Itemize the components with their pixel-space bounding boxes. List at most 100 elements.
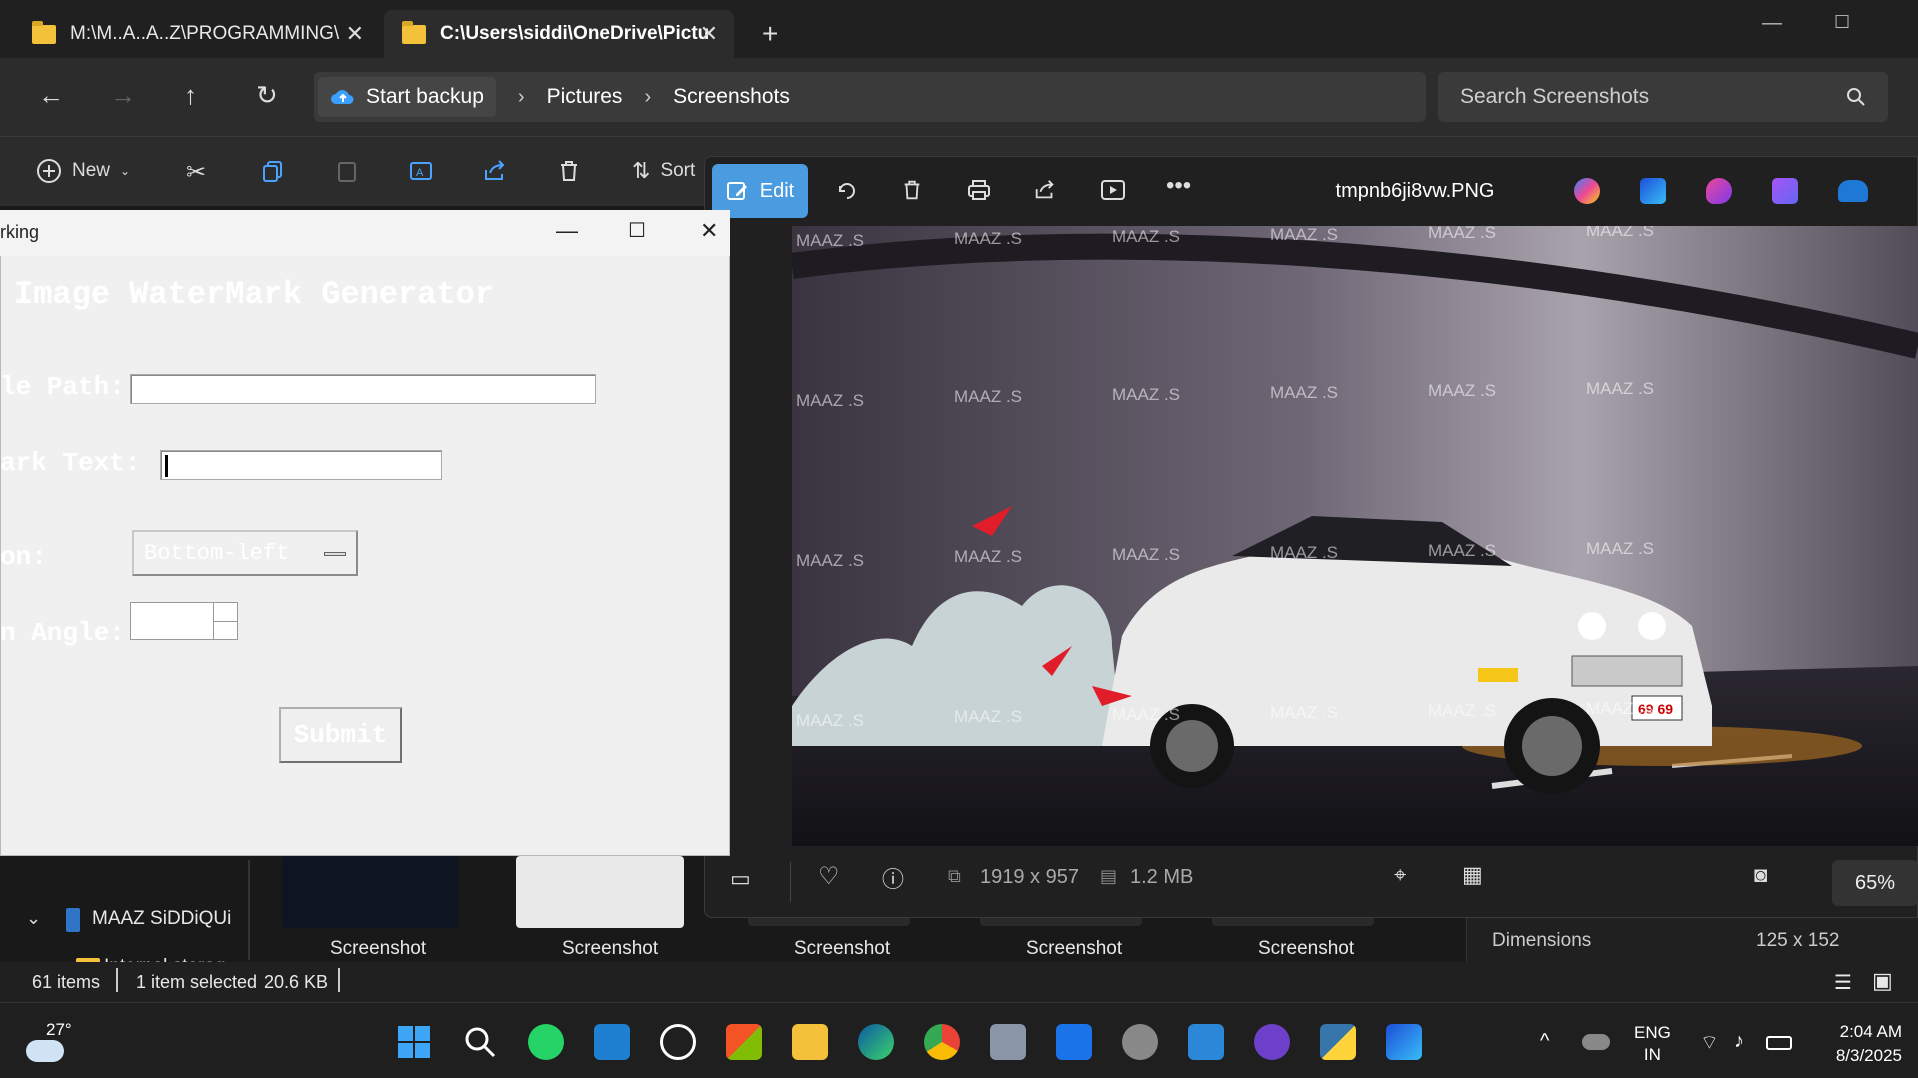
close-tab-icon[interactable]: ✕ [346,21,364,47]
thumbnail-label: Screenshot [1026,938,1123,959]
settings-icon[interactable] [1122,1024,1158,1060]
thumbnail[interactable] [282,856,458,928]
text-cursor [165,455,168,477]
thumbnail-label: Screenshot [330,938,427,959]
chatgpt-icon[interactable] [660,1024,696,1060]
sort-button[interactable]: ⇅ Sort [632,158,695,184]
python-icon[interactable] [1320,1024,1356,1060]
breadcrumb-pictures[interactable]: Pictures [547,85,623,109]
search-input[interactable]: Search Screenshots [1438,72,1888,122]
maximize-button[interactable]: ☐ [628,218,646,243]
paint-icon[interactable] [1386,1024,1422,1060]
close-tab-icon[interactable]: ✕ [700,21,718,47]
filmstrip-icon[interactable]: ▭ [730,866,751,892]
vscode-icon[interactable] [594,1024,630,1060]
submit-button[interactable]: Submit [279,707,402,763]
delete-button[interactable] [556,158,582,184]
address-bar[interactable]: Start backup › Pictures › Screenshots [314,72,1426,122]
rotate-button[interactable] [834,178,860,204]
tab-programming[interactable]: M:\M..A..A..Z\PROGRAMMING\ ✕ [14,10,380,58]
watermark-text-input[interactable] [160,450,442,480]
heart-icon[interactable]: ♡ [818,862,840,891]
copy-button[interactable] [260,158,286,184]
back-button[interactable]: ← [38,80,64,111]
rename-button[interactable]: A [408,158,434,184]
start-backup-button[interactable]: Start backup [318,77,496,117]
new-tab-button[interactable]: + [762,18,778,50]
wifi-icon[interactable]: ⌔ [1700,1030,1719,1055]
microsoft-store-icon[interactable] [726,1024,762,1060]
details-view-icon[interactable]: ☰ [1834,970,1852,995]
designer-icon[interactable] [1706,178,1732,204]
share-photo-button[interactable] [1032,178,1058,202]
scan-icon[interactable]: ⌖ [1394,862,1406,888]
file-explorer-icon[interactable] [792,1024,828,1060]
photos-icon[interactable] [1188,1024,1224,1060]
clock[interactable]: 2:04 AM 8/3/2025 [1802,1020,1902,1068]
clipchamp-icon[interactable] [1772,178,1798,204]
rotation-angle-spinbox[interactable]: 1 ▲ ▼ [130,602,238,640]
position-label: on: [0,542,47,572]
svg-text:MAAZ .S: MAAZ .S [954,707,1022,726]
language-indicator[interactable]: ENG IN [1634,1022,1671,1066]
large-icons-view-icon[interactable]: ▣ [1872,968,1893,994]
onedrive-status-icon[interactable] [1582,1034,1610,1050]
thumbnail[interactable] [516,856,684,928]
delete-photo-button[interactable] [900,178,924,202]
share-button[interactable] [482,158,508,184]
chevron-down-icon: ⌄ [120,164,131,178]
file-path-input[interactable] [130,374,596,404]
camera-icon[interactable] [990,1024,1026,1060]
maximize-button[interactable]: ☐ [1834,12,1850,33]
svg-text:MAAZ .S: MAAZ .S [1112,385,1180,404]
close-window-button[interactable]: ✕ [700,218,718,244]
details-label: Dimensions [1492,930,1592,951]
info-icon[interactable]: ⓘ [882,862,904,894]
onedrive-icon[interactable] [1838,180,1868,202]
more-options-icon[interactable]: ••• [1166,172,1191,200]
battery-icon[interactable] [1766,1036,1792,1050]
spin-down-icon[interactable]: ▼ [213,621,237,639]
minimize-button[interactable]: — [556,218,578,244]
edge-icon[interactable] [858,1024,894,1060]
chevron-up-icon[interactable]: ^ [1540,1030,1549,1053]
fit-to-window-icon[interactable]: ◙ [1754,862,1767,888]
volume-icon[interactable]: ♪ [1734,1030,1744,1053]
drift-car-image: 69 69 MAAZ .S MAAZ .S MAAZ .S MAAZ .S MA… [792,226,1918,846]
search-placeholder: Search Screenshots [1460,85,1650,108]
zoom-level[interactable]: 65% [1832,860,1918,906]
cut-button[interactable]: ✂ [186,158,206,187]
svg-text:MAAZ .S: MAAZ .S [1586,699,1654,718]
photo-filename: tmpnb6ji8vw.PNG [1335,180,1495,202]
file-size-icon: ▤ [1100,866,1118,886]
print-button[interactable] [966,178,992,202]
svg-text:MAAZ .S: MAAZ .S [796,391,864,410]
photo-canvas[interactable]: 69 69 MAAZ .S MAAZ .S MAAZ .S MAAZ .S MA… [792,226,1918,846]
weather-icon[interactable] [26,1040,64,1062]
spin-up-icon[interactable]: ▲ [213,603,237,621]
share-icon [1035,180,1054,199]
notes-icon[interactable] [1056,1024,1092,1060]
breadcrumb-screenshots[interactable]: Screenshots [673,85,790,109]
copilot-icon[interactable] [1574,178,1600,204]
new-button[interactable]: New ⌄ [36,158,130,184]
whatsapp-icon[interactable] [528,1024,564,1060]
paint-icon[interactable] [1640,178,1666,204]
search-icon[interactable] [462,1024,498,1060]
forward-button[interactable]: → [110,80,136,111]
weather-temperature: 27° [46,1020,72,1039]
svg-text:A: A [416,167,424,179]
chrome-icon[interactable] [924,1024,960,1060]
slideshow-button[interactable] [1100,178,1126,202]
up-button[interactable]: ↑ [184,80,197,111]
refresh-button[interactable]: ↻ [256,80,278,111]
start-icon[interactable] [396,1024,432,1060]
tab-screenshots[interactable]: C:\Users\siddi\OneDrive\Pictu ✕ [384,10,734,58]
chevron-down-icon[interactable]: ⌄ [26,908,41,929]
github-icon[interactable] [1254,1024,1290,1060]
tree-item-maaz[interactable]: MAAZ SiDDiQUi [92,908,231,930]
paste-button[interactable] [334,158,360,184]
minimize-button[interactable]: — [1762,12,1782,35]
position-select[interactable]: Bottom-left [132,530,358,576]
text-recognition-icon[interactable]: ▦ [1462,862,1483,888]
